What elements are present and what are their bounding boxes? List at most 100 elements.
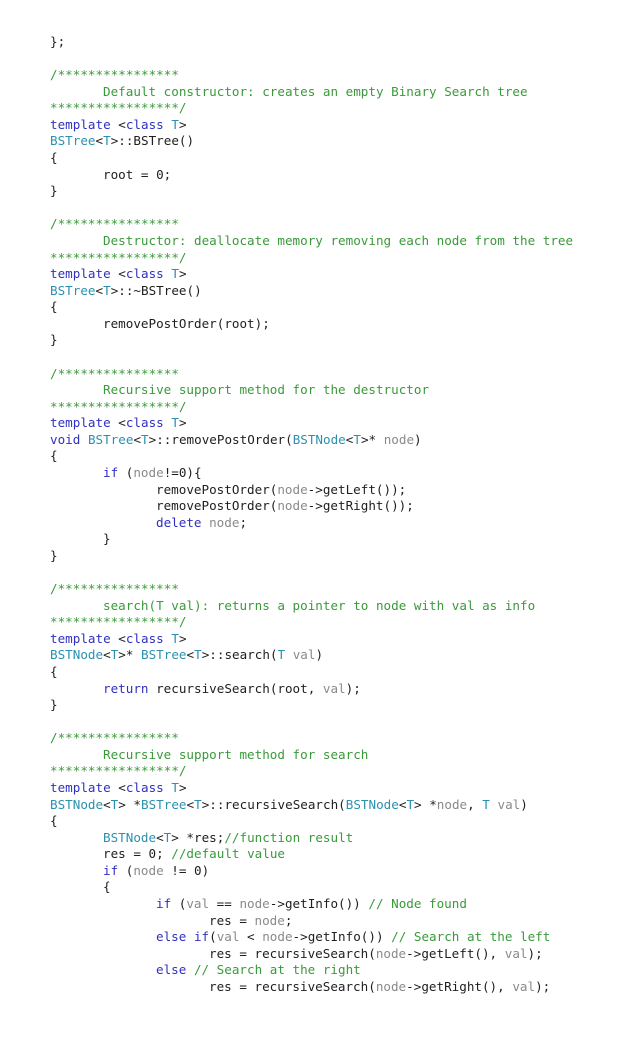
parameter-token: node — [133, 862, 164, 878]
type-token: BSTree — [50, 133, 96, 149]
parameter-token: val — [186, 896, 210, 912]
code-text-token: < — [133, 431, 142, 447]
code-line: BSTNode<T> *res;//function result — [50, 830, 573, 847]
code-text-token: < — [95, 282, 104, 298]
code-line: /**************** — [50, 67, 573, 84]
code-text-token: { — [103, 879, 111, 895]
code-text-token: res = — [209, 912, 255, 928]
code-text-token: }; — [50, 34, 66, 49]
code-text-token: ( — [118, 862, 134, 878]
code-line: delete node; — [50, 515, 573, 532]
keyword-token: void — [50, 431, 81, 447]
type-token: BSTree — [87, 431, 134, 447]
code-text-token: > * — [414, 796, 437, 812]
comment-token: Recursive support method for the destruc… — [103, 382, 430, 398]
keyword-token: template — [50, 780, 111, 796]
keyword-token: class — [125, 116, 164, 132]
parameter-token: node — [209, 514, 240, 530]
comment-token: Destructor: deallocate memory removing e… — [103, 232, 574, 248]
keyword-token: class — [125, 780, 164, 796]
keyword-token: if — [103, 465, 119, 481]
code-text-token: recursiveSearch(root, — [148, 680, 323, 696]
code-text-token: } — [50, 332, 58, 348]
code-text-token: ; — [239, 514, 248, 530]
code-line: if (node != 0) — [50, 863, 573, 880]
comment-token: /**************** — [50, 581, 179, 597]
type-token: T — [171, 116, 179, 132]
code-line: removePostOrder(root); — [50, 316, 573, 333]
code-text-token: < — [103, 796, 111, 812]
code-line: BSTNode<T>* BSTree<T>::search(T val) — [50, 647, 573, 664]
type-token: T — [141, 431, 149, 447]
parameter-token: node — [254, 912, 285, 928]
code-text-token: >::recursiveSearch( — [201, 796, 346, 812]
code-text-token: ->getInfo()) — [292, 929, 392, 945]
type-token: T — [103, 282, 111, 298]
keyword-token: else — [156, 929, 187, 945]
code-text-token: < — [239, 929, 263, 945]
code-text-token: ->getLeft(), — [406, 945, 505, 961]
code-text-token: ->getLeft()); — [307, 481, 407, 497]
parameter-token: node — [436, 796, 468, 812]
parameter-token: val — [322, 680, 346, 696]
code-line: { — [50, 879, 573, 896]
code-text-token: > — [178, 780, 187, 796]
keyword-token: template — [50, 116, 111, 132]
code-text-token: > — [178, 116, 187, 132]
code-line: return recursiveSearch(root, val); — [50, 681, 573, 698]
code-text-token: ( — [118, 465, 134, 481]
keyword-token: else — [156, 962, 187, 978]
code-text-token: } — [50, 697, 58, 713]
type-token: T — [277, 647, 286, 663]
type-token: T — [171, 415, 179, 431]
code-line: Destructor: deallocate memory removing e… — [50, 233, 573, 250]
code-line: *****************/ — [50, 614, 573, 631]
parameter-token: node — [133, 465, 164, 481]
code-line: template <class T> — [50, 631, 573, 648]
parameter-token: node — [239, 896, 270, 912]
type-token: T — [482, 796, 490, 812]
code-text-token: == — [209, 896, 240, 912]
code-text-token: ( — [209, 929, 217, 945]
type-token: T — [171, 266, 179, 282]
code-text-token: , — [467, 796, 483, 812]
code-line: template <class T> — [50, 266, 573, 283]
code-text-token: >::search( — [201, 647, 278, 663]
code-line: root = 0; — [50, 167, 573, 184]
code-line: *****************/ — [50, 399, 573, 416]
comment-token: // Search at the left — [391, 929, 551, 945]
type-token: T — [353, 431, 361, 447]
parameter-token: val — [512, 978, 536, 994]
code-text-token: ->getRight()); — [307, 498, 414, 514]
code-text-token: { — [50, 813, 58, 829]
parameter-token: val — [497, 796, 521, 812]
type-token: T — [194, 647, 202, 663]
keyword-token: delete — [156, 514, 202, 530]
keyword-token: template — [50, 630, 111, 646]
code-text-token: ) — [414, 431, 422, 447]
code-line: BSTree<T>::BSTree() — [50, 133, 573, 150]
keyword-token: return — [103, 680, 149, 696]
comment-token: /**************** — [50, 67, 179, 83]
code-line: BSTree<T>::~BSTree() — [50, 283, 573, 300]
type-token: T — [103, 133, 111, 149]
code-text-token: < — [110, 116, 126, 132]
code-line: } — [50, 548, 573, 565]
code-line: *****************/ — [50, 250, 573, 267]
comment-token: *****************/ — [50, 614, 187, 630]
comment-token: //default value — [171, 846, 285, 862]
keyword-token: if — [156, 896, 172, 912]
code-text-token: removePostOrder( — [156, 498, 278, 514]
code-line: res = 0; //default value — [50, 846, 573, 863]
code-line: /**************** — [50, 366, 573, 383]
code-line: search(T val): returns a pointer to node… — [50, 598, 573, 615]
code-text-token: < — [186, 647, 195, 663]
comment-token: // Node found — [368, 896, 467, 912]
